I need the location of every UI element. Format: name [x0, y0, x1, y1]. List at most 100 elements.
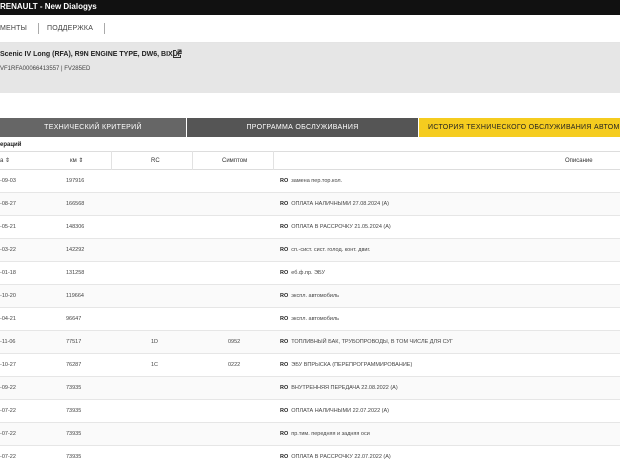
ro-badge: RO	[280, 431, 289, 437]
cell-description: RO ВНУТРЕННЯЯ ПЕРЕДАЧА 22.08.2022 (A)	[280, 377, 398, 400]
ro-badge: RO	[280, 201, 289, 207]
cell-km: 76287	[66, 362, 82, 368]
table-row[interactable]: -07-22 73935 RO ОПЛАТА В РАССРОЧКУ 22.07.20…	[0, 446, 620, 460]
menu-separator	[104, 23, 105, 34]
cell-km: 77517	[66, 339, 82, 345]
cell-km: 73935	[66, 454, 82, 460]
ro-badge: RO	[280, 224, 289, 230]
cell-symptom: 0952	[228, 339, 241, 345]
description-text: ВНУТРЕННЯЯ ПЕРЕДАЧА 22.08.2022 (A)	[291, 385, 398, 391]
cell-date: -09-03	[0, 178, 16, 184]
table-row[interactable]: -09-03 197916 RO замена пер.тор.кол.	[0, 170, 620, 193]
description-text: ОПЛАТА В РАССРОЧКУ 21.05.2024 (A)	[291, 224, 391, 230]
cell-date: -07-22	[0, 454, 16, 460]
cell-km: 142292	[66, 247, 85, 253]
table-row[interactable]: -07-22 73935 RO ОПЛАТА НАЛИЧНЫМИ 22.07.2022…	[0, 400, 620, 423]
cell-date: -04-21	[0, 316, 16, 322]
table-row[interactable]: -03-22 142292 RO сп.-сист. сист. голод. кон…	[0, 239, 620, 262]
ro-badge: RO	[280, 316, 289, 322]
ro-badge: RO	[280, 408, 289, 414]
cell-km: 73935	[66, 408, 82, 414]
table-row[interactable]: -05-21 148306 RO ОПЛАТА В РАССРОЧКУ 21.05.2…	[0, 216, 620, 239]
cell-description: RO ЭБУ ВПРЫСКА (ПЕРЕПРОГРАММИРОВАНИЕ)	[280, 354, 412, 377]
ro-badge: RO	[280, 362, 289, 368]
ro-badge: RO	[280, 293, 289, 299]
cell-rc: 1C	[151, 362, 159, 368]
cell-date: -09-22	[0, 385, 16, 391]
cell-description: RO ОПЛАТА НАЛИЧНЫМИ 27.08.2024 (A)	[280, 193, 389, 216]
tab-service-program[interactable]: ПРОГРАММА ОБСЛУЖИВАНИЯ	[187, 118, 418, 137]
tab-service-history[interactable]: ИСТОРИЯ ТЕХНИЧЕСКОГО ОБСЛУЖИВАНИЯ АВТОМО…	[419, 118, 620, 137]
column-header-date[interactable]: а ⇕	[0, 152, 10, 171]
cell-km: 166568	[66, 201, 85, 207]
cell-date: -08-27	[0, 201, 16, 207]
cell-symptom: 0222	[228, 362, 241, 368]
cell-description: RO еб.ф.пр. ЭБУ	[280, 262, 325, 285]
cell-rc: 1D	[151, 339, 159, 345]
cell-date: -07-22	[0, 431, 16, 437]
cell-km: 197916	[66, 178, 85, 184]
cell-description: RO пр.тим. передняя и задняя оси	[280, 423, 370, 446]
menu-item-documents[interactable]: МЕНТЫ	[0, 25, 27, 32]
description-text: ТОПЛИВНЫЙ БАК, ТРУБОПРОВОДЫ, В ТОМ ЧИСЛЕ…	[291, 339, 453, 345]
cell-km: 119664	[66, 293, 84, 299]
top-menu: МЕНТЫ ПОДДЕРЖКА	[0, 15, 620, 43]
cell-km: 96647	[66, 316, 82, 322]
cell-km: 131258	[66, 270, 85, 276]
cell-description: RO ОПЛАТА НАЛИЧНЫМИ 22.07.2022 (A)	[280, 400, 389, 423]
cell-description: RO ТОПЛИВНЫЙ БАК, ТРУБОПРОВОДЫ, В ТОМ ЧИС…	[280, 331, 453, 354]
menu-separator	[38, 23, 39, 34]
cell-description: RO сп.-сист. сист. голод. конт. двиг.	[280, 239, 370, 262]
table-row[interactable]: -10-27 76287 1C 0222 RO ЭБУ ВПРЫСКА (ПЕРЕПРОГ…	[0, 354, 620, 377]
column-header-symptom: Симптом	[222, 158, 248, 164]
cell-date: -10-27	[0, 362, 16, 368]
section-title: ераций	[0, 142, 22, 148]
tab-technical-criteria[interactable]: ТЕХНИЧЕСКИЙ КРИТЕРИЙ	[0, 118, 186, 137]
cell-description: RO экспл. автомобиль	[280, 285, 339, 308]
column-header-description: Описание	[565, 158, 593, 164]
table-row[interactable]: -10-20 119664 RO экспл. автомобиль	[0, 285, 620, 308]
description-text: ЭБУ ВПРЫСКА (ПЕРЕПРОГРАММИРОВАНИЕ)	[291, 362, 413, 368]
cell-description: RO экспл. автомобиль	[280, 308, 339, 331]
ro-badge: RO	[280, 339, 289, 345]
table-row[interactable]: -01-18 131258 RO еб.ф.пр. ЭБУ	[0, 262, 620, 285]
cell-description: RO замена пер.тор.кол.	[280, 170, 342, 193]
column-header-rc: RC	[151, 158, 160, 164]
cell-km: 73935	[66, 385, 82, 391]
description-text: ОПЛАТА НАЛИЧНЫМИ 27.08.2024 (A)	[291, 201, 389, 207]
cell-date: -05-21	[0, 224, 16, 230]
cell-date: -07-22	[0, 408, 16, 414]
table-row[interactable]: -04-21 96647 RO экспл. автомобиль	[0, 308, 620, 331]
table-row[interactable]: -07-22 73935 RO пр.тим. передняя и задняя о…	[0, 423, 620, 446]
description-text: пр.тим. передняя и задняя оси	[291, 431, 370, 437]
cell-date: -03-22	[0, 247, 16, 253]
cell-date: -11-06	[0, 339, 16, 345]
description-text: ОПЛАТА НАЛИЧНЫМИ 22.07.2022 (A)	[291, 408, 389, 414]
tab-bar: ТЕХНИЧЕСКИЙ КРИТЕРИЙ ПРОГРАММА ОБСЛУЖИВА…	[0, 118, 620, 137]
vehicle-title: Scenic IV Long (RFA), R9N ENGINE TYPE, D…	[0, 51, 183, 58]
external-link-icon[interactable]	[172, 49, 182, 59]
cell-date: -01-18	[0, 270, 16, 276]
app-title: RENAULT - New Dialogys	[0, 2, 97, 11]
description-text: замена пер.тор.кол.	[291, 178, 343, 184]
ro-badge: RO	[280, 178, 289, 184]
vehicle-vin-plate: VF1RFA00066413557 | FV285ED	[0, 66, 91, 72]
cell-km: 73935	[66, 431, 82, 437]
description-text: еб.ф.пр. ЭБУ	[291, 270, 326, 276]
cell-date: -10-20	[0, 293, 16, 299]
description-text: экспл. автомобиль	[291, 293, 340, 299]
app-title-bar: RENAULT - New Dialogys	[0, 0, 620, 15]
cell-km: 148306	[66, 224, 85, 230]
menu-item-support[interactable]: ПОДДЕРЖКА	[47, 25, 93, 32]
vehicle-header: Scenic IV Long (RFA), R9N ENGINE TYPE, D…	[0, 43, 620, 93]
table-row[interactable]: -11-06 77517 1D 0952 RO ТОПЛИВНЫЙ БАК, ТРУБОП…	[0, 331, 620, 354]
description-text: ОПЛАТА В РАССРОЧКУ 22.07.2022 (A)	[291, 454, 391, 460]
table-header: а ⇕ км ⇕ RC Симптом Описание	[0, 151, 620, 170]
cell-description: RO ОПЛАТА В РАССРОЧКУ 22.07.2022 (A)	[280, 446, 391, 460]
cell-description: RO ОПЛАТА В РАССРОЧКУ 21.05.2024 (A)	[280, 216, 391, 239]
table-row[interactable]: -09-22 73935 RO ВНУТРЕННЯЯ ПЕРЕДАЧА 22.08.2…	[0, 377, 620, 400]
description-text: экспл. автомобиль	[291, 316, 340, 322]
column-header-km[interactable]: км ⇕	[70, 152, 83, 171]
description-text: сп.-сист. сист. голод. конт. двиг.	[291, 247, 371, 253]
table-row[interactable]: -08-27 166568 RO ОПЛАТА НАЛИЧНЫМИ 27.08.202…	[0, 193, 620, 216]
